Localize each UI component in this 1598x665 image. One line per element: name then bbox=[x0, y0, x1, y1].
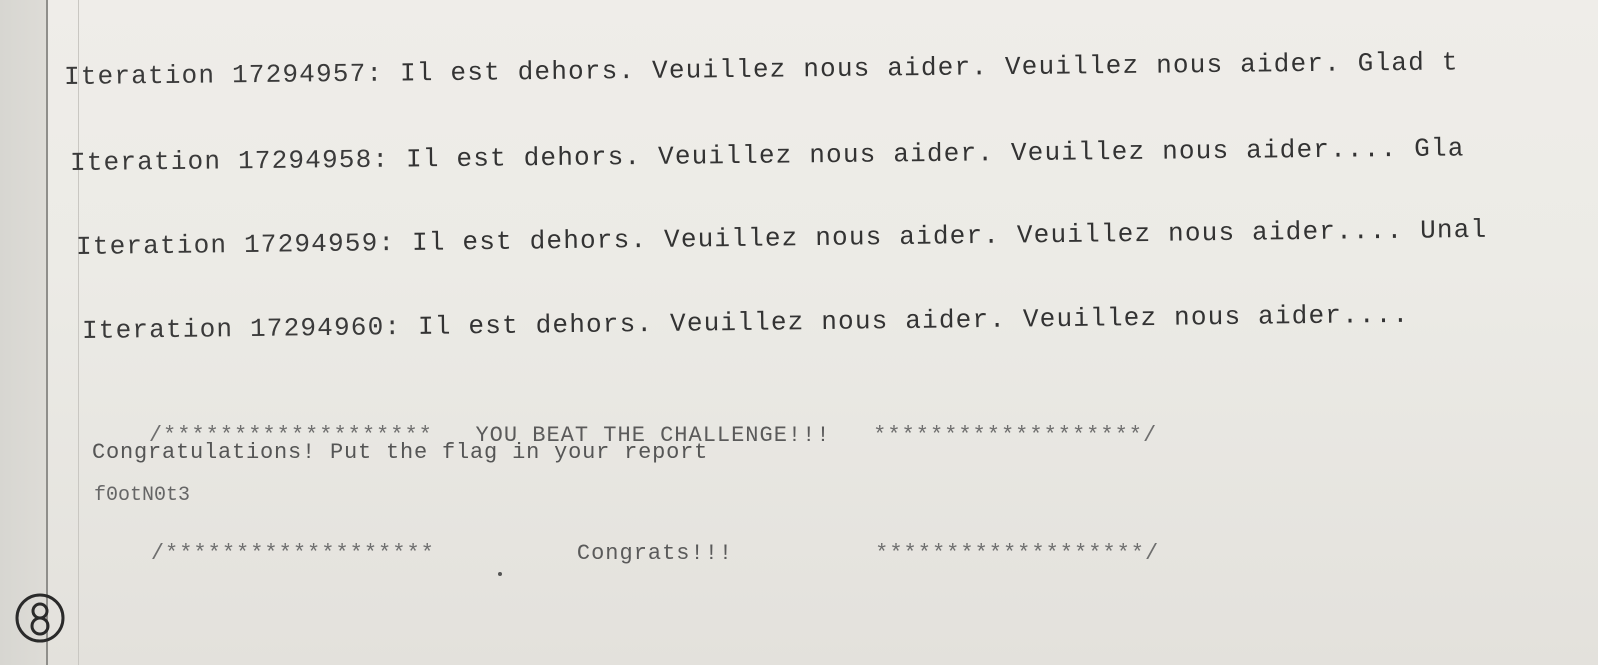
iteration-label: Iteration 17294957: bbox=[63, 58, 384, 92]
user-circle-icon[interactable] bbox=[14, 592, 66, 644]
iteration-label: Iteration 17294958: bbox=[69, 144, 390, 178]
console-output: Iteration 17294956 Iteration 17294957: I… bbox=[46, 0, 1598, 665]
iteration-label: Iteration 17294960: bbox=[81, 312, 402, 346]
iteration-text: Il est dehors. Veuillez nous aider. Veui… bbox=[417, 299, 1410, 342]
console-margin-line bbox=[78, 0, 79, 665]
iteration-line: Iteration 17294960: Il est dehors. Veuil… bbox=[82, 300, 1410, 346]
left-gutter bbox=[0, 0, 48, 665]
partial-iteration-line: Iteration 17294956 bbox=[58, 0, 377, 8]
banner-right-stars: *******************/ bbox=[873, 423, 1158, 448]
banner-right-stars: *******************/ bbox=[875, 541, 1160, 566]
iteration-line: Iteration 17294957: Il est dehors. Veuil… bbox=[64, 47, 1459, 92]
iteration-text: Il est dehors. Veuillez nous aider. Veui… bbox=[399, 47, 1459, 89]
iteration-text: Il est dehors. Veuillez nous aider. Veui… bbox=[405, 133, 1465, 175]
banner-left-stars: /******************* bbox=[150, 541, 435, 566]
iteration-line: Iteration 17294959: Il est dehors. Veuil… bbox=[76, 215, 1488, 262]
flag-value: f0otN0t3 bbox=[94, 484, 191, 507]
success-banner-bottom: /******************* Congrats!!! *******… bbox=[94, 516, 1159, 591]
iteration-line: Iteration 17294958: Il est dehors. Veuil… bbox=[70, 133, 1465, 178]
banner-message: Congrats!!! bbox=[576, 541, 734, 566]
iteration-label: Iteration 17294959: bbox=[75, 228, 396, 262]
screen-speck bbox=[498, 572, 502, 576]
iteration-text: Il est dehors. Veuillez nous aider. Veui… bbox=[411, 214, 1488, 258]
congratulations-text: Congratulations! Put the flag in your re… bbox=[92, 440, 709, 465]
